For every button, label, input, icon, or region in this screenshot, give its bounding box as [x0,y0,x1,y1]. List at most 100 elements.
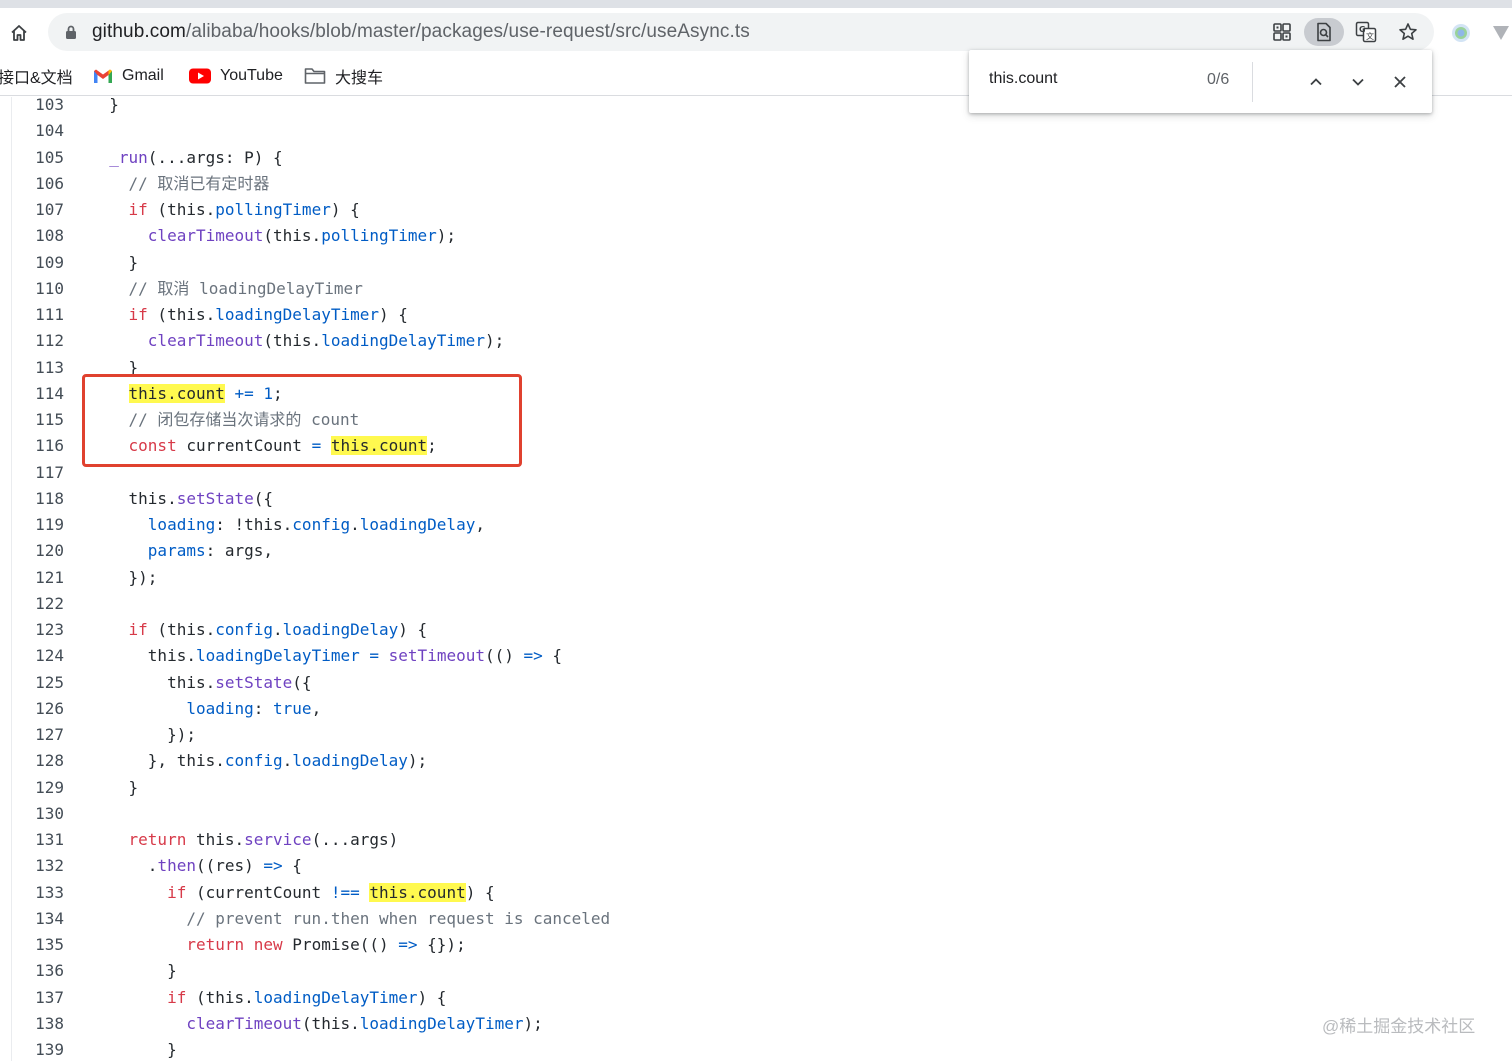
code-token: }); [90,567,158,587]
bookmark-label: YouTube [220,67,283,84]
apps-grid-icon[interactable] [1267,18,1297,46]
code-line: 109 } [0,250,1512,276]
bookmark-star-icon[interactable] [1393,18,1423,46]
lock-icon[interactable] [64,24,78,40]
code-token: setTimeout [388,646,485,666]
svg-text:文: 文 [1366,31,1374,41]
line-number[interactable]: 109 [14,250,64,276]
line-number[interactable]: 136 [14,958,64,984]
line-number[interactable]: 132 [14,853,64,879]
code-token: : !this. [215,515,293,534]
line-number[interactable]: 133 [14,880,64,906]
code-text: return new Promise(() => {}); [90,932,466,958]
line-number[interactable]: 119 [14,512,64,538]
line-number[interactable]: 115 [14,407,64,433]
code-line: 106 // 取消已有定时器 [0,171,1512,197]
code-token: => [263,856,283,876]
line-number[interactable]: 106 [14,171,64,197]
line-number[interactable]: 105 [14,145,64,171]
find-in-page-icon[interactable] [1304,18,1344,46]
code-text: }, this.config.loadingDelay); [90,748,427,774]
code-token: (this. [263,226,322,246]
code-line: 139 } [0,1037,1512,1061]
line-number[interactable]: 137 [14,985,64,1011]
code-text: // prevent run.then when request is canc… [90,906,610,932]
code-token: ); [407,751,428,771]
home-button[interactable] [6,20,32,46]
code-token: ) { [330,200,360,219]
line-number[interactable]: 123 [14,617,64,643]
line-number[interactable]: 124 [14,643,64,669]
find-query-input[interactable]: this.count [989,70,1057,88]
line-number[interactable]: 108 [14,223,64,249]
line-number[interactable]: 110 [14,276,64,302]
code-token: ); [436,226,457,246]
code-view: 103 } 104 105 _run(...args: P) {106 // 取消已… [0,97,1512,1061]
bookmark-api-docs[interactable]: 接口&文档 [0,63,73,89]
extension-icon[interactable] [1450,22,1472,44]
tab-strip [0,0,1512,8]
line-number[interactable]: 104 [14,118,64,144]
code-token: {}); [417,935,466,954]
line-number[interactable]: 127 [14,722,64,748]
line-number[interactable]: 135 [14,932,64,958]
find-close-button[interactable] [1387,69,1413,95]
code-text: if (this.loadingDelayTimer) { [90,985,446,1011]
bookmark-gmail[interactable]: Gmail [93,63,164,89]
line-number[interactable]: 131 [14,827,64,853]
line-number[interactable]: 120 [14,538,64,564]
find-divider [1252,62,1253,102]
line-number[interactable]: 128 [14,748,64,774]
code-token: (...args: P) { [147,147,283,167]
code-token: pollingTimer [321,226,437,246]
code-token: this. [90,488,177,508]
line-number[interactable]: 129 [14,775,64,801]
code-text: if (this.pollingTimer) { [90,197,360,223]
code-line: 105 _run(...args: P) { [0,145,1512,171]
youtube-icon [189,68,211,84]
find-previous-button[interactable] [1303,69,1329,95]
chevron-down-icon [1352,78,1364,86]
line-number[interactable]: 122 [14,591,64,617]
line-number[interactable]: 116 [14,433,64,459]
line-number[interactable]: 107 [14,197,64,223]
code-token: this. [90,672,216,692]
gmail-icon [93,68,113,84]
line-number[interactable]: 114 [14,381,64,407]
line-number[interactable]: 139 [14,1037,64,1061]
code-token: { [282,856,302,876]
line-number[interactable]: 134 [14,906,64,932]
line-number[interactable]: 118 [14,486,64,512]
line-number[interactable]: 138 [14,1011,64,1037]
code-line: 132 .then((res) => { [0,853,1512,879]
bookmark-folder[interactable]: 大搜车 [304,63,383,89]
line-number[interactable]: 111 [14,302,64,328]
line-number[interactable]: 130 [14,801,64,827]
url-text[interactable]: github.com/alibaba/hooks/blob/master/pac… [92,21,750,43]
code-text: // 取消 loadingDelayTimer [90,276,363,302]
code-token: (this. [301,1013,360,1033]
line-number[interactable]: 121 [14,565,64,591]
find-next-button[interactable] [1345,69,1371,95]
line-number[interactable]: 126 [14,696,64,722]
code-token: (currentCount [186,882,331,902]
line-number[interactable]: 117 [14,460,64,486]
line-number[interactable]: 113 [14,355,64,381]
bookmark-youtube[interactable]: YouTube [189,63,283,89]
code-text: this.loadingDelayTimer = setTimeout(() =… [90,643,562,669]
address-bar[interactable]: github.com/alibaba/hooks/blob/master/pac… [48,13,1434,51]
line-number[interactable]: 112 [14,328,64,354]
line-number[interactable]: 125 [14,670,64,696]
code-text: this.setState({ [90,486,274,512]
browser-menu-icon[interactable] [1491,20,1511,46]
code-token: loadingDelayTimer [195,646,360,666]
translate-icon[interactable]: G 文 [1351,18,1381,46]
code-token: }, this. [90,751,225,771]
line-number[interactable]: 103 [14,97,64,118]
code-token: => [523,646,543,666]
code-line: 110 // 取消 loadingDelayTimer [0,276,1512,302]
code-token: Promise(() [282,935,399,954]
